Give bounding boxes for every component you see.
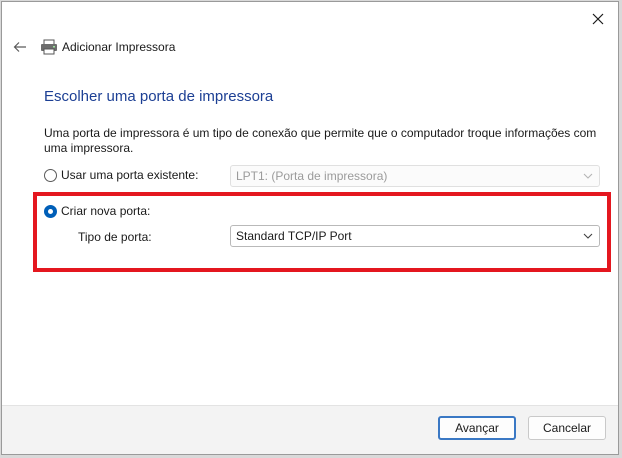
cancel-button[interactable]: Cancelar (528, 416, 606, 440)
existing-port-label: Usar uma porta existente: (61, 168, 199, 182)
existing-port-value: LPT1: (Porta de impressora) (236, 169, 388, 183)
chevron-down-icon (583, 233, 593, 239)
page-heading: Escolher uma porta de impressora (44, 88, 274, 105)
close-icon (592, 13, 604, 25)
existing-port-option[interactable]: Usar uma porta existente: (44, 168, 198, 182)
add-printer-window: Adicionar Impressora Escolher uma porta … (1, 1, 619, 455)
dialog-footer: Avançar Cancelar (2, 405, 618, 454)
back-arrow-icon (13, 42, 26, 52)
existing-port-select[interactable]: LPT1: (Porta de impressora) (230, 165, 600, 187)
back-button[interactable] (11, 38, 29, 56)
page-description: Uma porta de impressora é um tipo de con… (44, 126, 597, 155)
port-type-select[interactable]: Standard TCP/IP Port (230, 225, 600, 247)
window-title-row: Adicionar Impressora (40, 39, 175, 55)
close-button[interactable] (586, 8, 610, 30)
chevron-down-icon (583, 173, 593, 179)
window-title: Adicionar Impressora (62, 40, 176, 54)
port-type-label: Tipo de porta: (78, 230, 152, 244)
existing-port-radio[interactable] (44, 168, 57, 182)
new-port-option[interactable]: Criar nova porta: (44, 204, 150, 218)
new-port-label: Criar nova porta: (61, 204, 151, 218)
next-button[interactable]: Avançar (438, 416, 516, 440)
new-port-radio[interactable] (44, 204, 57, 218)
port-type-value: Standard TCP/IP Port (236, 229, 352, 243)
printer-icon (41, 39, 57, 55)
